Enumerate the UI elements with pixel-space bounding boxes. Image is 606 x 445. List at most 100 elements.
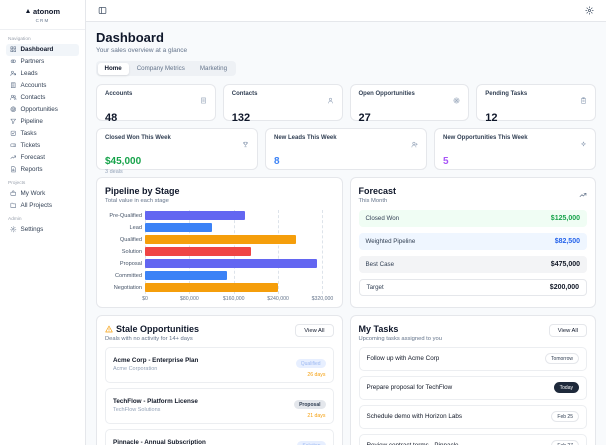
stat-value: 27 <box>358 112 371 124</box>
sidebar-item-all-projects[interactable]: All Projects <box>6 200 79 212</box>
chart-axis-tick: $240,000 <box>267 295 289 302</box>
task-row[interactable]: Schedule demo with Horizon Labs Feb 25 <box>358 404 587 429</box>
nav-section-label: Admin <box>8 216 22 222</box>
sidebar-item-label: Tasks <box>20 130 37 137</box>
stale-opportunity-row[interactable]: Pinnacle - Annual SubscriptionPinnacle I… <box>105 428 334 445</box>
week-card-closed-won-this-week: Closed Won This Week $45,000 3 deals <box>96 128 258 175</box>
stat-label: Open Opportunities <box>358 91 415 97</box>
tab-marketing[interactable]: Marketing <box>193 63 234 75</box>
sidebar-item-contacts[interactable]: Contacts <box>6 92 79 104</box>
sidebar: atonom CRM Navigation Dashboard Partners Le… <box>0 0 86 445</box>
sidebar-item-accounts[interactable]: Accounts <box>6 80 79 92</box>
logo-icon <box>25 7 31 16</box>
pipeline-chart-card: Pipeline by Stage Total value in each st… <box>96 177 343 308</box>
sidebar-item-label: Forecast <box>20 154 46 161</box>
tab-bar: Home Company Metrics Marketing <box>96 61 236 76</box>
chart-bar <box>145 271 228 280</box>
chart-category-label: Negotiation <box>113 284 142 291</box>
stale-opportunities-card: Stale Opportunities Deals with no activi… <box>96 315 343 445</box>
forecast-row-label: Best Case <box>365 261 395 268</box>
chart-axis-tick: $160,000 <box>222 295 245 302</box>
page-title: Dashboard <box>96 30 164 45</box>
days-stale: 26 days <box>307 371 326 378</box>
chart-category-label: Qualified <box>119 236 142 243</box>
forecast-card: Forecast This Month Closed Won $125,000 We… <box>349 177 596 308</box>
stat-label: Pending Tasks <box>485 91 528 97</box>
nav-section-label: Projects <box>8 180 26 186</box>
opportunity-name: Acme Corp - Enterprise Plan <box>113 357 199 365</box>
forecast-row-label: Closed Won <box>365 215 400 222</box>
sidebar-item-label: Contacts <box>20 94 46 101</box>
stale-opportunity-row[interactable]: Acme Corp - Enterprise Plan Acme Corporat… <box>105 346 334 383</box>
sidebar-item-label: Dashboard <box>20 46 54 53</box>
sidebar-item-forecast[interactable]: Forecast <box>6 152 79 164</box>
logo-text: atonom <box>32 7 61 16</box>
sidebar-item-label: Tickets <box>20 142 41 149</box>
forecast-row-label: Weighted Pipeline <box>365 238 416 245</box>
forecast-row: Target $200,000 <box>358 279 587 296</box>
week-card-subtext: 3 deals <box>105 169 123 175</box>
sidebar-nav: Navigation Dashboard Partners Leads Accounts… <box>0 30 85 238</box>
sidebar-item-my-work[interactable]: My Work <box>6 188 79 200</box>
sidebar-item-settings[interactable]: Settings <box>6 224 79 236</box>
all-projects-icon <box>10 202 17 209</box>
opportunity-name: TechFlow - Platform License <box>113 398 198 406</box>
tab-home[interactable]: Home <box>97 62 129 75</box>
opportunity-company: Acme Corporation <box>113 365 158 372</box>
forecast-subtitle: This Month <box>358 197 388 204</box>
task-row[interactable]: Follow up with Acme Corp Tomorrow <box>358 346 587 371</box>
partners-icon <box>10 58 17 65</box>
stat-card-contacts: Contacts 132 <box>222 84 343 124</box>
my-tasks-card: My Tasks Upcoming tasks assigned to you … <box>349 315 596 445</box>
task-name: Follow up with Acme Corp <box>366 355 440 362</box>
settings-button[interactable] <box>583 4 596 17</box>
sidebar-item-opportunities[interactable]: Opportunities <box>6 104 79 116</box>
sidebar-item-label: Opportunities <box>20 106 58 113</box>
week-card-new-opportunities-this-week: New Opportunities This Week 5 <box>434 128 596 170</box>
sidebar-item-label: Partners <box>20 58 45 65</box>
forecast-row-value: $125,000 <box>550 215 580 222</box>
task-row[interactable]: Prepare proposal for TechFlow Today <box>358 375 587 400</box>
warning-icon <box>105 325 113 333</box>
forecast-rows: Closed Won $125,000 Weighted Pipeline $82,5… <box>358 210 587 296</box>
sidebar-item-label: My Work <box>20 190 46 197</box>
week-card-label: Closed Won This Week <box>105 135 171 141</box>
dashboard-icon <box>10 46 17 53</box>
tasks-icon <box>10 130 17 137</box>
task-row[interactable]: Review contract terms - PinnacleFeb 27 <box>358 433 587 445</box>
chart-bar <box>145 211 245 220</box>
week-card-value: 5 <box>443 156 449 167</box>
tab-company-metrics[interactable]: Company Metrics <box>130 63 192 75</box>
stale-opportunity-row[interactable]: TechFlow - Platform License TechFlow Solu… <box>105 387 334 424</box>
sidebar-item-label: Accounts <box>20 82 47 89</box>
sidebar-item-tasks[interactable]: Tasks <box>6 128 79 140</box>
stale-subtitle: Deals with no activity for 14+ days <box>105 335 193 342</box>
stat-value: 12 <box>485 112 498 124</box>
chart-category-label: Solution <box>121 248 142 255</box>
trending-up-icon <box>579 186 587 203</box>
forecast-row-value: $82,500 <box>554 238 580 245</box>
tasks-view-all-button[interactable]: View All <box>548 324 587 337</box>
logo-subtext: CRM <box>35 17 50 23</box>
panel-left-icon <box>98 7 107 14</box>
week-card-value: 8 <box>274 156 280 167</box>
stat-card-accounts: Accounts 48 <box>96 84 216 124</box>
sidebar-toggle-button[interactable] <box>96 4 109 17</box>
chart-axis-tick: $0 <box>142 295 148 302</box>
chart-bar <box>145 259 317 268</box>
sidebar-item-pipeline[interactable]: Pipeline <box>6 116 79 128</box>
stale-title: Stale Opportunities <box>116 324 200 334</box>
forecast-row: Weighted Pipeline $82,500 <box>358 233 587 250</box>
nav-section-label: Navigation <box>8 36 31 42</box>
sidebar-item-reports[interactable]: Reports <box>6 164 79 176</box>
mid-row: Pipeline by Stage Total value in each st… <box>96 177 596 308</box>
sidebar-item-tickets[interactable]: Tickets <box>6 140 79 152</box>
sidebar-item-partners[interactable]: Partners <box>6 56 79 68</box>
sidebar-item-leads[interactable]: Leads <box>6 68 79 80</box>
stat-value: 132 <box>231 112 251 124</box>
sidebar-item-dashboard[interactable]: Dashboard <box>6 43 79 56</box>
chart-subtitle: Total value in each stage <box>105 197 169 204</box>
stale-view-all-button[interactable]: View All <box>295 324 334 337</box>
chart-title: Pipeline by Stage <box>105 186 180 196</box>
sidebar-item-label: Settings <box>20 226 44 233</box>
